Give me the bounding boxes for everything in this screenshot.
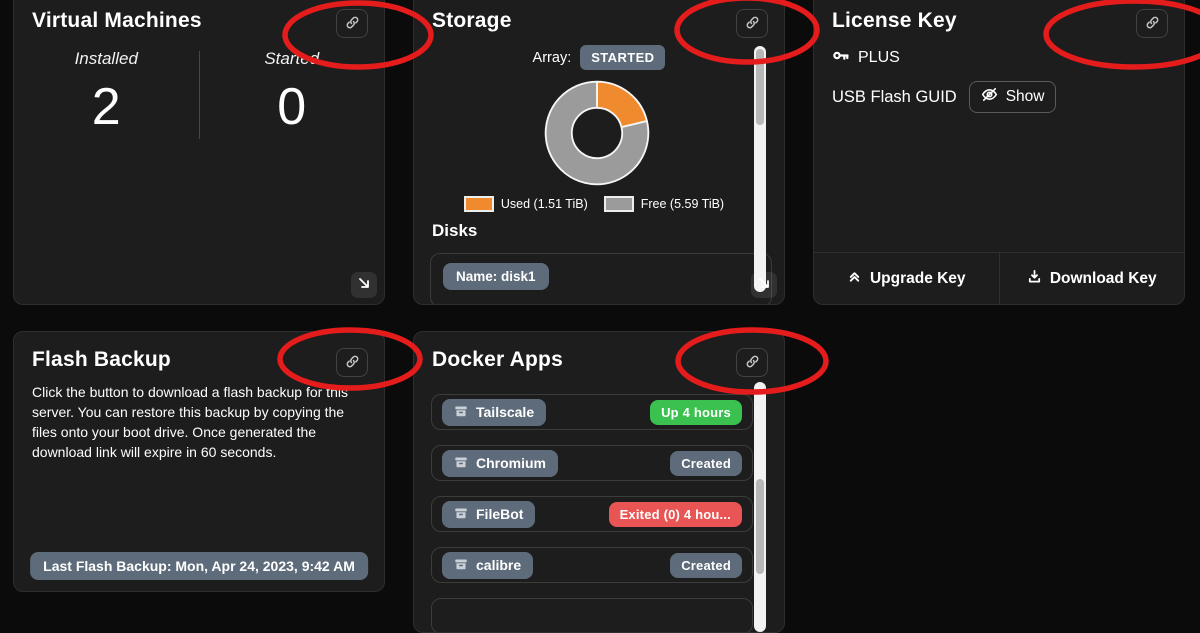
vm-installed-stat: Installed 2 bbox=[14, 49, 199, 139]
used-swatch bbox=[464, 196, 494, 212]
angles-up-icon bbox=[847, 269, 862, 289]
chart-legend: Used (1.51 TiB) Free (5.59 TiB) bbox=[414, 196, 774, 212]
archive-box-icon bbox=[454, 455, 468, 472]
virtual-machines-card: Virtual Machines Installed 2 Started 0 bbox=[13, 0, 385, 305]
scrollbar-track[interactable] bbox=[754, 46, 766, 292]
docker-status-badge: Created bbox=[670, 553, 742, 578]
upgrade-key-button[interactable]: Upgrade Key bbox=[814, 253, 999, 304]
show-guid-button[interactable]: Show bbox=[969, 81, 1057, 113]
vm-stats: Installed 2 Started 0 bbox=[14, 49, 384, 139]
docker-app-badge[interactable]: Chromium bbox=[442, 450, 558, 477]
docker-app-name: calibre bbox=[476, 557, 521, 573]
card-link-button[interactable] bbox=[736, 348, 768, 377]
last-flash-backup-badge: Last Flash Backup: Mon, Apr 24, 2023, 9:… bbox=[30, 552, 368, 580]
docker-app-badge[interactable]: Tailscale bbox=[442, 399, 546, 426]
license-key-card: License Key PLUS USB Flash GUID bbox=[813, 0, 1185, 305]
docker-app-row: Chromium Created bbox=[431, 445, 753, 481]
legend-item-free: Free (5.59 TiB) bbox=[604, 196, 724, 212]
storage-card: Storage Array: STARTED Used (1.51 TiB) F… bbox=[413, 0, 785, 305]
storage-donut-chart bbox=[541, 77, 653, 189]
scrollbar-thumb[interactable] bbox=[756, 49, 764, 125]
docker-app-list: Tailscale Up 4 hours Chromium Created Fi… bbox=[431, 394, 753, 633]
download-key-button[interactable]: Download Key bbox=[999, 253, 1185, 304]
scrollbar-thumb[interactable] bbox=[756, 479, 764, 574]
eye-slash-icon bbox=[981, 86, 998, 108]
license-type-row: PLUS bbox=[832, 47, 900, 69]
archive-box-icon bbox=[454, 404, 468, 421]
card-title: Flash Backup bbox=[32, 348, 171, 372]
download-key-label: Download Key bbox=[1050, 270, 1157, 288]
scrollbar-track[interactable] bbox=[754, 382, 766, 632]
vm-installed-value: 2 bbox=[14, 81, 199, 133]
card-link-button[interactable] bbox=[336, 348, 368, 377]
upgrade-key-label: Upgrade Key bbox=[870, 270, 966, 288]
docker-app-row: calibre Created bbox=[431, 547, 753, 583]
legend-item-used: Used (1.51 TiB) bbox=[464, 196, 588, 212]
flash-backup-description: Click the button to download a flash bac… bbox=[32, 382, 364, 462]
vm-started-label: Started bbox=[200, 49, 385, 69]
download-icon bbox=[1027, 269, 1042, 289]
docker-app-row: Tailscale Up 4 hours bbox=[431, 394, 753, 430]
card-title: License Key bbox=[832, 9, 957, 33]
link-icon bbox=[745, 15, 760, 33]
array-label: Array: bbox=[533, 50, 572, 66]
docker-app-badge[interactable]: FileBot bbox=[442, 501, 535, 528]
docker-app-row bbox=[431, 598, 753, 633]
legend-free-label: Free (5.59 TiB) bbox=[641, 197, 724, 211]
array-status-badge: STARTED bbox=[580, 45, 665, 70]
link-icon bbox=[745, 354, 760, 372]
license-type-label: PLUS bbox=[858, 49, 900, 67]
license-footer: Upgrade Key Download Key bbox=[814, 252, 1184, 304]
guid-label: USB Flash GUID bbox=[832, 88, 957, 107]
disk-row: Name: disk1 bbox=[430, 253, 772, 305]
free-swatch bbox=[604, 196, 634, 212]
show-button-label: Show bbox=[1006, 88, 1045, 106]
guid-row: USB Flash GUID Show bbox=[832, 81, 1056, 113]
disk-name-badge: Name: disk1 bbox=[443, 263, 549, 290]
resize-handle[interactable] bbox=[751, 272, 777, 298]
card-link-button[interactable] bbox=[1136, 9, 1168, 38]
docker-apps-card: Docker Apps Tailscale Up 4 hours bbox=[413, 331, 785, 633]
docker-app-badge[interactable]: calibre bbox=[442, 552, 533, 579]
card-link-button[interactable] bbox=[336, 9, 368, 38]
card-title: Storage bbox=[432, 9, 512, 33]
link-icon bbox=[345, 354, 360, 372]
docker-status-badge: Created bbox=[670, 451, 742, 476]
archive-box-icon bbox=[454, 557, 468, 574]
link-icon bbox=[345, 15, 360, 33]
archive-box-icon bbox=[454, 506, 468, 523]
arrow-down-right-icon bbox=[357, 276, 371, 295]
vm-installed-label: Installed bbox=[14, 49, 199, 69]
legend-used-label: Used (1.51 TiB) bbox=[501, 197, 588, 211]
vm-started-value: 0 bbox=[200, 81, 385, 133]
card-link-button[interactable] bbox=[736, 9, 768, 38]
docker-status-badge: Up 4 hours bbox=[650, 400, 742, 425]
link-icon bbox=[1145, 15, 1160, 33]
vm-started-stat: Started 0 bbox=[200, 49, 385, 139]
flash-backup-card: Flash Backup Click the button to downloa… bbox=[13, 331, 385, 592]
docker-app-name: Chromium bbox=[476, 455, 546, 471]
card-title: Docker Apps bbox=[432, 348, 563, 372]
docker-app-row: FileBot Exited (0) 4 hou... bbox=[431, 496, 753, 532]
resize-handle[interactable] bbox=[351, 272, 377, 298]
card-title: Virtual Machines bbox=[32, 9, 202, 33]
docker-app-name: FileBot bbox=[476, 506, 523, 522]
arrow-down-right-icon bbox=[757, 276, 771, 295]
array-status-row: Array: STARTED bbox=[414, 45, 784, 70]
docker-status-badge: Exited (0) 4 hou... bbox=[609, 502, 742, 527]
disks-heading: Disks bbox=[432, 221, 477, 241]
key-icon bbox=[832, 47, 849, 69]
docker-app-name: Tailscale bbox=[476, 404, 534, 420]
